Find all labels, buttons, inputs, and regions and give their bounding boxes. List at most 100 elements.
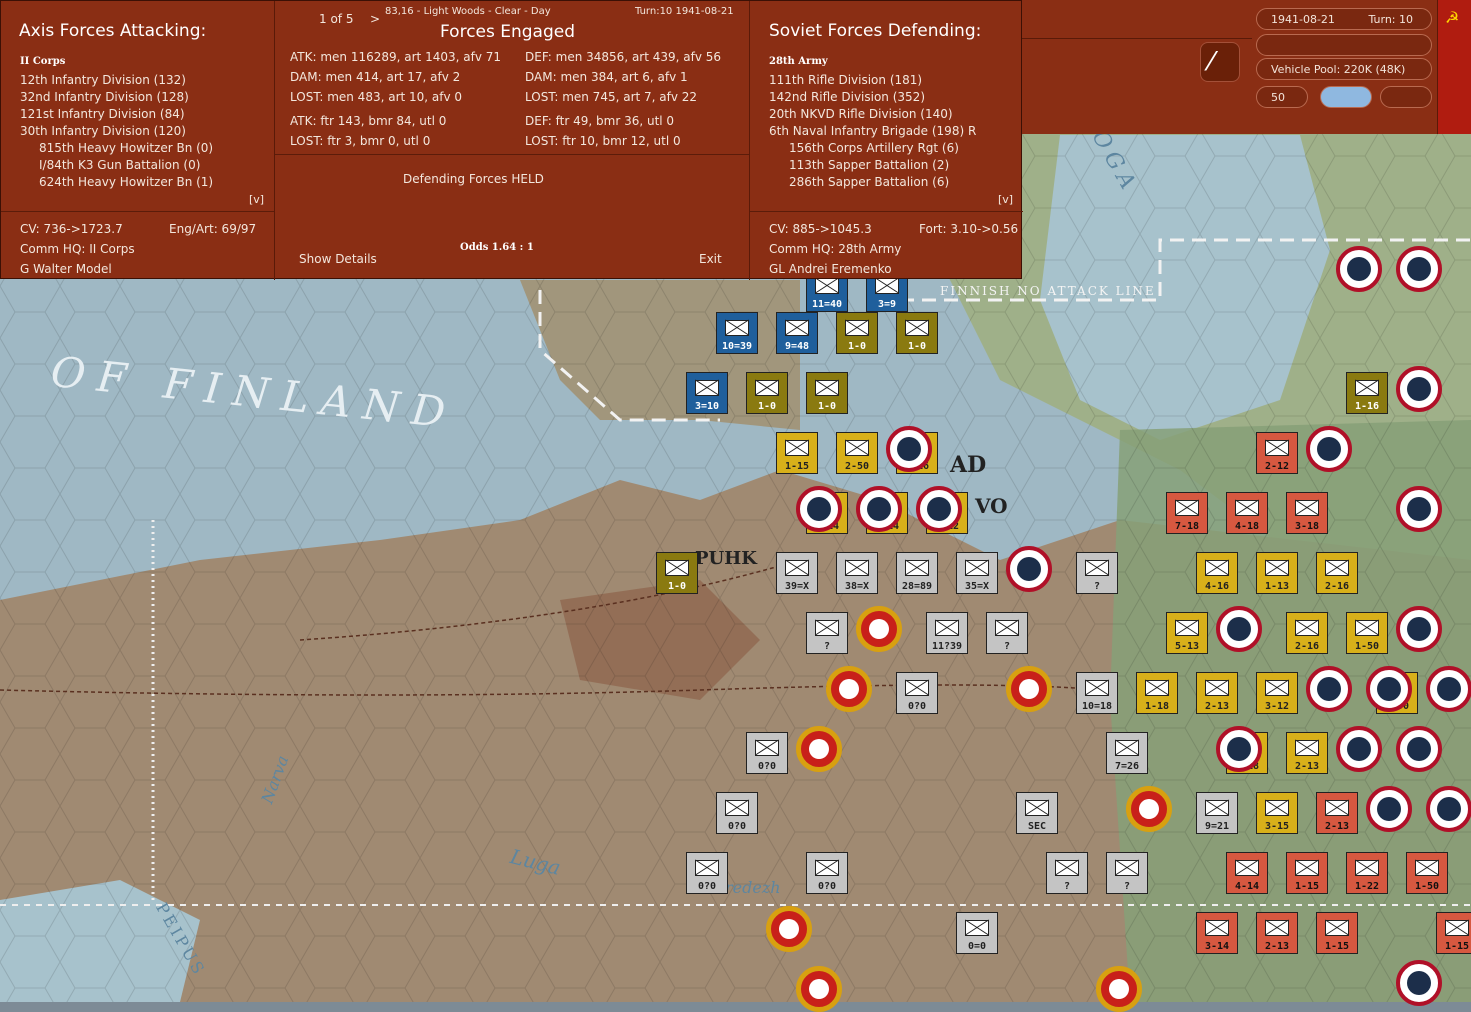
unit-counter[interactable]: 1-0 (656, 552, 698, 594)
unit-counter[interactable]: 3-18 (1286, 492, 1328, 534)
unit-counter[interactable]: 2-12 (1256, 432, 1298, 474)
axis-unit[interactable]: 30th Infantry Division (120) (20, 124, 186, 138)
show-details-button[interactable]: Show Details (299, 252, 377, 266)
unit-counter[interactable]: 35=X (956, 552, 998, 594)
air-unit-icon[interactable] (1396, 366, 1442, 412)
unit-counter[interactable]: 0?0 (716, 792, 758, 834)
unit-counter[interactable]: 1-15 (1436, 912, 1471, 954)
exit-button[interactable]: Exit (699, 252, 722, 266)
axis-unit[interactable]: 12th Infantry Division (132) (20, 73, 186, 87)
luftwaffe-air-unit-icon[interactable] (796, 966, 842, 1012)
soviet-unit[interactable]: 286th Sapper Battalion (6) (789, 175, 949, 189)
unit-counter[interactable]: 0=0 (956, 912, 998, 954)
air-unit-icon[interactable] (1396, 246, 1442, 292)
luftwaffe-air-unit-icon[interactable] (766, 906, 812, 952)
air-unit-icon[interactable] (1216, 606, 1262, 652)
unit-counter[interactable]: 1-0 (896, 312, 938, 354)
unit-counter[interactable]: 9=21 (1196, 792, 1238, 834)
air-unit-icon[interactable] (1396, 726, 1442, 772)
luftwaffe-air-unit-icon[interactable] (1126, 786, 1172, 832)
unit-counter[interactable]: ? (986, 612, 1028, 654)
unit-counter[interactable]: 28=89 (896, 552, 938, 594)
unit-counter[interactable]: 7=26 (1106, 732, 1148, 774)
luftwaffe-air-unit-icon[interactable] (796, 726, 842, 772)
unit-counter[interactable]: 2-13 (1316, 792, 1358, 834)
soviet-unit[interactable]: 111th Rifle Division (181) (769, 73, 922, 87)
unit-counter[interactable]: 1-0 (836, 312, 878, 354)
unit-counter[interactable]: 1-0 (806, 372, 848, 414)
air-unit-icon[interactable] (1216, 726, 1262, 772)
unit-counter[interactable]: 1-22 (1346, 852, 1388, 894)
air-unit-icon[interactable] (1396, 960, 1442, 1006)
luftwaffe-air-unit-icon[interactable] (826, 666, 872, 712)
unit-counter[interactable]: 3-12 (1256, 672, 1298, 714)
unit-counter[interactable]: ? (1076, 552, 1118, 594)
air-unit-icon[interactable] (796, 486, 842, 532)
empty-button[interactable] (1380, 86, 1432, 108)
unit-counter[interactable]: 1-15 (1286, 852, 1328, 894)
unit-counter[interactable]: 4-14 (1226, 852, 1268, 894)
air-unit-icon[interactable] (1396, 486, 1442, 532)
unit-counter[interactable]: 10=18 (1076, 672, 1118, 714)
unit-counter[interactable]: 3-15 (1256, 792, 1298, 834)
unit-counter[interactable]: 0?0 (806, 852, 848, 894)
soviet-unit[interactable]: 20th NKVD Rifle Division (140) (769, 107, 953, 121)
unit-counter[interactable]: 0?0 (896, 672, 938, 714)
zoom-level-pill[interactable]: 50 (1256, 86, 1308, 108)
soviet-expand-button[interactable]: [v] (998, 193, 1013, 206)
unit-counter[interactable]: 1-15 (1316, 912, 1358, 954)
soviet-unit[interactable]: 6th Naval Infantry Brigade (198) R (769, 124, 976, 138)
air-unit-icon[interactable] (886, 426, 932, 472)
unit-counter[interactable]: 2-13 (1196, 672, 1238, 714)
air-unit-icon[interactable] (1366, 666, 1412, 712)
unit-counter[interactable]: ? (1046, 852, 1088, 894)
axis-unit[interactable]: I/84th K3 Gun Battalion (0) (39, 158, 200, 172)
axis-unit[interactable]: 624th Heavy Howitzer Bn (1) (39, 175, 213, 189)
unit-counter[interactable]: ? (1106, 852, 1148, 894)
unit-counter[interactable]: 11?39 (926, 612, 968, 654)
unit-counter[interactable]: 9=48 (776, 312, 818, 354)
air-unit-icon[interactable] (1306, 666, 1352, 712)
unit-counter[interactable]: 39=X (776, 552, 818, 594)
axis-expand-button[interactable]: [v] (249, 193, 264, 206)
unit-counter[interactable]: 0?0 (746, 732, 788, 774)
axis-unit[interactable]: 121st Infantry Division (84) (20, 107, 185, 121)
unit-counter[interactable]: 4-16 (1196, 552, 1238, 594)
unit-counter[interactable]: 1-50 (1346, 612, 1388, 654)
next-battle-button[interactable]: > (370, 12, 380, 26)
unit-counter[interactable]: 2-13 (1286, 732, 1328, 774)
air-unit-icon[interactable] (1306, 426, 1352, 472)
air-unit-icon[interactable] (1426, 666, 1471, 712)
unit-counter[interactable]: 2-16 (1286, 612, 1328, 654)
unit-counter[interactable]: 38=X (836, 552, 878, 594)
unit-counter[interactable]: 2-16 (1316, 552, 1358, 594)
air-unit-icon[interactable] (1336, 246, 1382, 292)
unit-counter[interactable]: 1-16 (1346, 372, 1388, 414)
unit-counter[interactable]: 1-18 (1136, 672, 1178, 714)
unit-counter[interactable]: 0?0 (686, 852, 728, 894)
soviet-unit[interactable]: 156th Corps Artillery Rgt (6) (789, 141, 959, 155)
edit-pencil-button[interactable]: ⁄ (1200, 42, 1240, 82)
soviet-unit[interactable]: 113th Sapper Battalion (2) (789, 158, 949, 172)
soviet-unit[interactable]: 142nd Rifle Division (352) (769, 90, 925, 104)
unit-counter[interactable]: 1-13 (1256, 552, 1298, 594)
unit-counter[interactable]: 2-13 (1256, 912, 1298, 954)
unit-counter[interactable]: 3=10 (686, 372, 728, 414)
unit-counter[interactable]: 1-50 (1406, 852, 1448, 894)
unit-counter[interactable]: 2-50 (836, 432, 878, 474)
luftwaffe-air-unit-icon[interactable] (856, 606, 902, 652)
luftwaffe-air-unit-icon[interactable] (1006, 666, 1052, 712)
axis-unit[interactable]: 815th Heavy Howitzer Bn (0) (39, 141, 213, 155)
unit-counter[interactable]: 1-0 (746, 372, 788, 414)
unit-counter[interactable]: ? (806, 612, 848, 654)
axis-unit[interactable]: 32nd Infantry Division (128) (20, 90, 189, 104)
unit-counter[interactable]: SEC (1016, 792, 1058, 834)
air-unit-icon[interactable] (856, 486, 902, 532)
unit-counter[interactable]: 1-15 (776, 432, 818, 474)
air-unit-icon[interactable] (1366, 786, 1412, 832)
air-unit-icon[interactable] (1006, 546, 1052, 592)
unit-counter[interactable]: 3-14 (1196, 912, 1238, 954)
air-unit-icon[interactable] (916, 486, 962, 532)
weather-icon[interactable] (1320, 86, 1372, 108)
air-unit-icon[interactable] (1396, 606, 1442, 652)
